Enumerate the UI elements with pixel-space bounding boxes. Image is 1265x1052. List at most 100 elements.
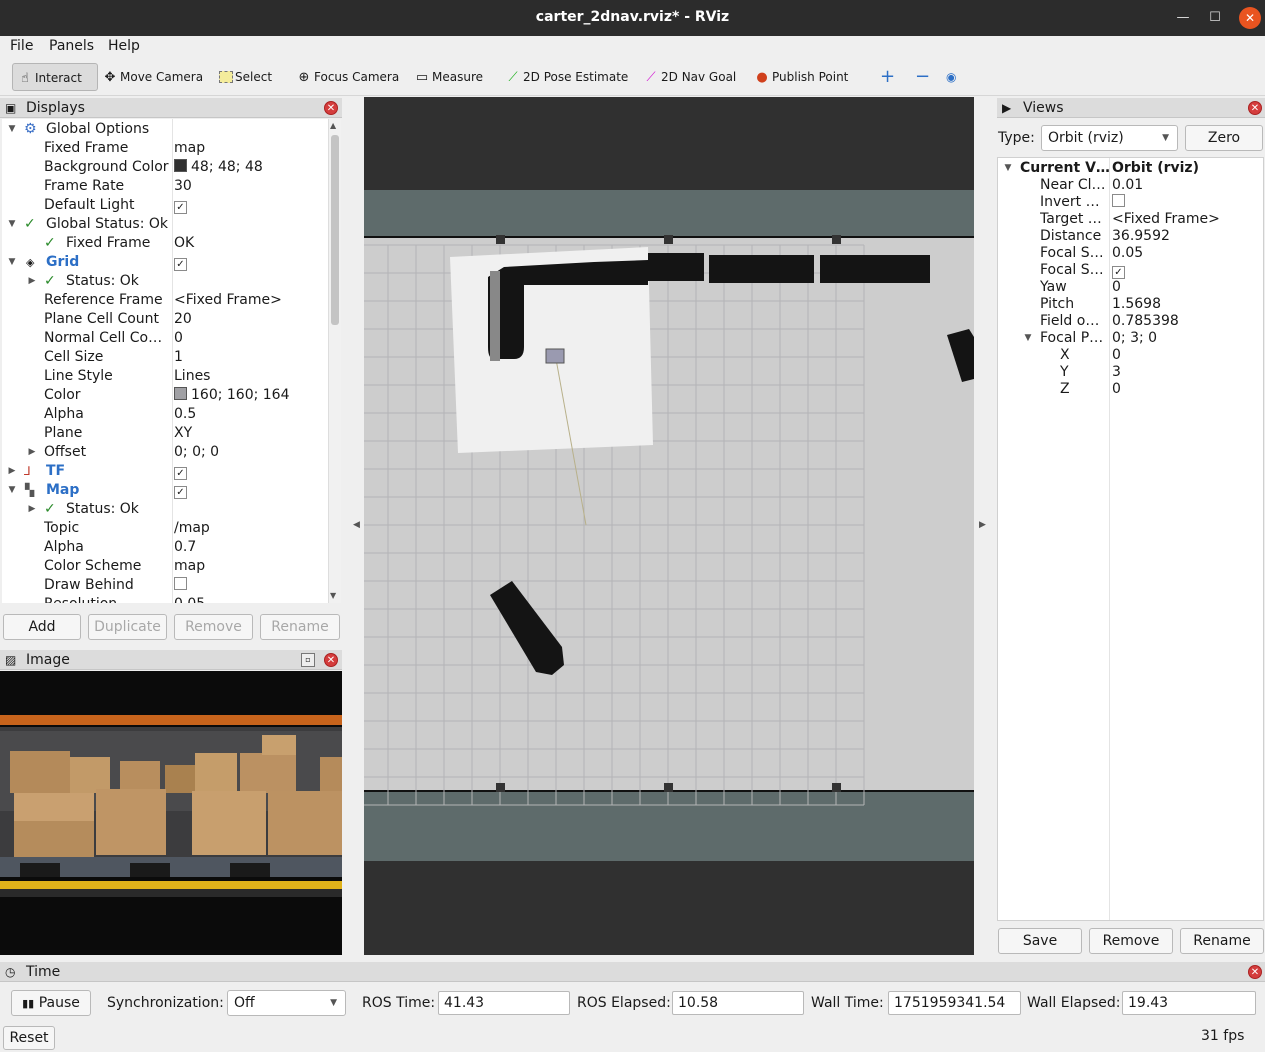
menu-help[interactable]: Help <box>108 38 140 54</box>
grid-enabled-checkbox[interactable]: ✓ <box>174 258 187 271</box>
view-row-field-of-view[interactable]: Field o… 0.785398 <box>998 313 1263 330</box>
tree-row-map-status[interactable]: ▶ ✓ Status: Ok <box>2 500 328 519</box>
tree-row-fixed-frame[interactable]: Fixed Frame map <box>2 139 328 158</box>
expand-arrow-icon[interactable]: ▼ <box>6 481 18 500</box>
draw-behind-checkbox[interactable] <box>174 577 187 590</box>
focus-camera-tool[interactable]: ⊕ Focus Camera <box>296 63 400 91</box>
tree-row-cell-size[interactable]: Cell Size 1 <box>2 348 328 367</box>
tree-row-plane[interactable]: Plane XY <box>2 424 328 443</box>
tree-row-global-status[interactable]: ▼ ✓ Global Status: Ok <box>2 215 328 234</box>
expand-arrow-icon[interactable]: ▼ <box>6 215 18 234</box>
close-displays-icon[interactable]: ✕ <box>324 101 338 115</box>
view-row-invert[interactable]: Invert … <box>998 194 1263 211</box>
rename-display-button[interactable]: Rename <box>260 614 340 640</box>
view-row-target-frame[interactable]: Target … <Fixed Frame> <box>998 211 1263 228</box>
collapse-right-icon[interactable]: ▶ <box>979 520 986 530</box>
ros-time-field[interactable]: 41.43 <box>438 991 570 1015</box>
default-light-checkbox[interactable]: ✓ <box>174 201 187 214</box>
remove-tool-icon[interactable]: − <box>915 63 930 91</box>
view-row-x[interactable]: X 0 <box>998 347 1263 364</box>
tree-row-map[interactable]: ▼ ▚ Map ✓ <box>2 481 328 500</box>
tree-row-tf[interactable]: ▶ ⅃ TF ✓ <box>2 462 328 481</box>
measure-tool[interactable]: ▭ Measure <box>414 63 483 91</box>
pause-button[interactable]: ▮▮ Pause <box>11 990 91 1016</box>
view-row-z[interactable]: Z 0 <box>998 381 1263 398</box>
tree-row-color[interactable]: Color 160; 160; 164 <box>2 386 328 405</box>
tree-row-plane-cell-count[interactable]: Plane Cell Count 20 <box>2 310 328 329</box>
save-view-button[interactable]: Save <box>998 928 1082 954</box>
menu-file[interactable]: File <box>10 38 33 54</box>
close-image-icon[interactable]: ✕ <box>324 653 338 667</box>
tree-row-resolution[interactable]: Resolution 0.05 <box>2 595 328 603</box>
map-enabled-checkbox[interactable]: ✓ <box>174 486 187 499</box>
close-views-icon[interactable]: ✕ <box>1248 101 1262 115</box>
close-window-icon[interactable]: ✕ <box>1239 7 1261 29</box>
sync-select[interactable]: Off ▼ <box>227 990 346 1016</box>
expand-arrow-icon[interactable]: ▼ <box>1022 330 1034 347</box>
move-camera-tool[interactable]: ✥ Move Camera <box>102 63 204 91</box>
maximize-icon[interactable]: ☐ <box>1204 7 1226 29</box>
view-row-focal-point[interactable]: ▼ Focal P… 0; 3; 0 <box>998 330 1263 347</box>
3d-viewport[interactable] <box>364 97 974 955</box>
remove-display-button[interactable]: Remove <box>174 614 253 640</box>
tree-row-global-options[interactable]: ▼ ⚙ Global Options <box>2 120 328 139</box>
view-row-near-clip[interactable]: Near Cl… 0.01 <box>998 177 1263 194</box>
zero-button[interactable]: Zero <box>1185 125 1263 151</box>
tree-row-offset[interactable]: ▶ Offset 0; 0; 0 <box>2 443 328 462</box>
focal-shape-fixed-checkbox[interactable]: ✓ <box>1112 266 1125 279</box>
float-panel-icon[interactable]: ▫ <box>301 653 315 667</box>
publish-point-tool[interactable]: ● Publish Point <box>754 63 848 91</box>
collapse-left-icon[interactable]: ◀ <box>353 520 360 530</box>
view-row-focal-shape-fixed[interactable]: Focal S… ✓ <box>998 262 1263 279</box>
collapse-arrow-icon[interactable]: ▶ <box>26 272 38 291</box>
tree-row-line-style[interactable]: Line Style Lines <box>2 367 328 386</box>
tree-row-frame-rate[interactable]: Frame Rate 30 <box>2 177 328 196</box>
wall-time-field[interactable]: 1751959341.54 <box>888 991 1021 1015</box>
tree-row-background-color[interactable]: Background Color 48; 48; 48 <box>2 158 328 177</box>
view-row-yaw[interactable]: Yaw 0 <box>998 279 1263 296</box>
view-row-current[interactable]: ▼ Current V… Orbit (rviz) <box>998 160 1263 177</box>
remove-view-button[interactable]: Remove <box>1089 928 1173 954</box>
tree-row-grid-status[interactable]: ▶ ✓ Status: Ok <box>2 272 328 291</box>
reset-button[interactable]: Reset <box>3 1026 55 1050</box>
menu-panels[interactable]: Panels <box>49 38 94 54</box>
collapse-arrow-icon[interactable]: ▶ <box>6 462 18 481</box>
wall-elapsed-field[interactable]: 19.43 <box>1122 991 1256 1015</box>
tree-row-reference-frame[interactable]: Reference Frame <Fixed Frame> <box>2 291 328 310</box>
tree-row-alpha[interactable]: Alpha 0.5 <box>2 405 328 424</box>
tree-row-topic[interactable]: Topic /map <box>2 519 328 538</box>
tree-row-default-light[interactable]: Default Light ✓ <box>2 196 328 215</box>
pose-estimate-tool[interactable]: ⟋ 2D Pose Estimate <box>505 63 628 91</box>
tree-row-color-scheme[interactable]: Color Scheme map <box>2 557 328 576</box>
tree-row-grid[interactable]: ▼ ◈ Grid ✓ <box>2 253 328 272</box>
close-time-icon[interactable]: ✕ <box>1248 965 1262 979</box>
view-row-pitch[interactable]: Pitch 1.5698 <box>998 296 1263 313</box>
eye-icon[interactable]: ◉ <box>946 63 956 91</box>
select-tool[interactable]: Select <box>219 63 272 91</box>
nav-goal-tool[interactable]: ⟋ 2D Nav Goal <box>643 63 736 91</box>
tree-row-fixed-frame-status[interactable]: ✓ Fixed Frame OK <box>2 234 328 253</box>
view-row-y[interactable]: Y 3 <box>998 364 1263 381</box>
ros-elapsed-field[interactable]: 10.58 <box>672 991 804 1015</box>
invert-z-checkbox[interactable] <box>1112 194 1125 207</box>
duplicate-display-button[interactable]: Duplicate <box>88 614 167 640</box>
add-tool-icon[interactable]: + <box>880 63 895 91</box>
scrollbar-thumb[interactable] <box>331 135 339 325</box>
add-display-button[interactable]: Add <box>3 614 81 640</box>
tree-row-draw-behind[interactable]: Draw Behind <box>2 576 328 595</box>
tf-enabled-checkbox[interactable]: ✓ <box>174 467 187 480</box>
tree-row-normal-cell-count[interactable]: Normal Cell Co… 0 <box>2 329 328 348</box>
expand-arrow-icon[interactable]: ▼ <box>1002 160 1014 177</box>
interact-tool[interactable]: ☝ Interact <box>12 63 98 91</box>
view-row-focal-shape-size[interactable]: Focal S… 0.05 <box>998 245 1263 262</box>
rename-view-button[interactable]: Rename <box>1180 928 1264 954</box>
displays-scrollbar[interactable]: ▲ ▼ <box>328 119 341 603</box>
minimize-icon[interactable]: — <box>1172 7 1194 29</box>
view-row-distance[interactable]: Distance 36.9592 <box>998 228 1263 245</box>
tree-row-map-alpha[interactable]: Alpha 0.7 <box>2 538 328 557</box>
scroll-up-icon[interactable]: ▲ <box>330 121 336 130</box>
scroll-down-icon[interactable]: ▼ <box>330 591 336 600</box>
collapse-arrow-icon[interactable]: ▶ <box>26 443 38 462</box>
view-type-select[interactable]: Orbit (rviz) ▼ <box>1041 125 1178 151</box>
expand-arrow-icon[interactable]: ▼ <box>6 253 18 272</box>
